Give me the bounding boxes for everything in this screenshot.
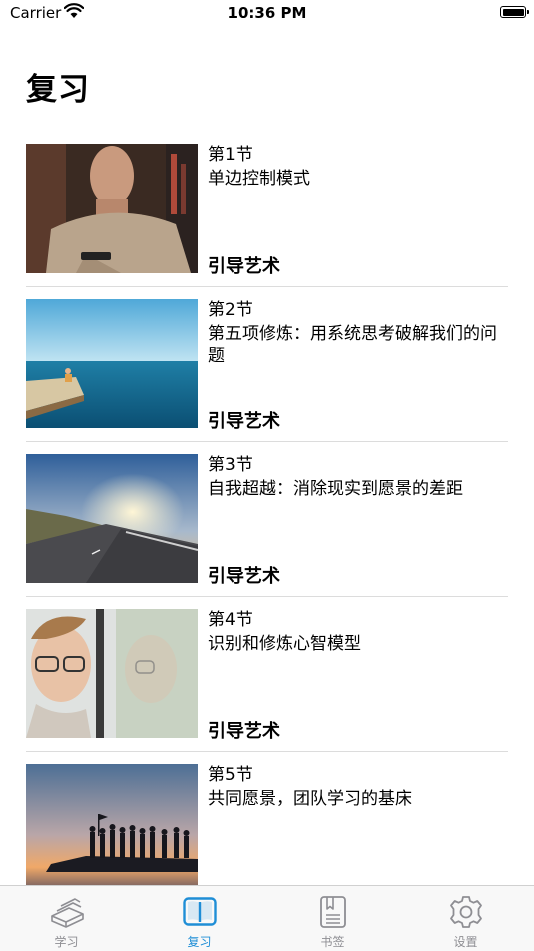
lesson-row[interactable]: 第4节 识别和修炼心智模型 引导艺术 [0, 609, 534, 764]
tab-label: 书签 [320, 935, 345, 949]
lesson-row[interactable]: 第3节 自我超越：消除现实到愿景的差距 引导艺术 [0, 454, 534, 609]
battery-icon [500, 6, 529, 18]
sunset-road-photo [26, 454, 198, 583]
lesson-number: 第2节 [208, 300, 253, 320]
tab-label: 学习 [54, 935, 79, 949]
book-title: 引导艺术 [208, 721, 280, 742]
page-title: 复习 [26, 72, 90, 108]
lesson-number: 第1节 [208, 145, 253, 165]
tab-bar: 学习 复习 书签 设置 [0, 885, 534, 951]
book-title: 引导艺术 [208, 411, 280, 432]
lesson-row[interactable]: 第1节 单边控制模式 引导艺术 [0, 144, 534, 299]
row-divider [26, 596, 508, 597]
tab-settings[interactable]: 设置 [399, 886, 532, 951]
chapter-title: 第五项修炼：用系统思考破解我们的问题 [208, 324, 497, 366]
row-divider [26, 751, 508, 752]
book-stack-icon [49, 894, 85, 930]
tab-bookmarks[interactable]: 书签 [266, 886, 399, 951]
book-title: 引导艺术 [208, 256, 280, 277]
chapter-title: 单边控制模式 [208, 169, 310, 189]
glasses-reflection-photo [26, 609, 198, 738]
status-time: 10:36 PM [227, 4, 307, 22]
chapter-title: 共同愿景，团队学习的基床 [208, 789, 412, 809]
sea-pier-photo [26, 299, 198, 428]
row-divider [26, 286, 508, 287]
tab-label: 复习 [187, 935, 212, 949]
man-portrait-photo [26, 144, 198, 273]
lesson-number: 第4节 [208, 610, 253, 630]
row-divider [26, 441, 508, 442]
book-title: 引导艺术 [208, 566, 280, 587]
tab-review[interactable]: 复习 [133, 886, 266, 951]
chapter-title: 自我超越：消除现实到愿景的差距 [208, 479, 463, 499]
lesson-row[interactable]: 第2节 第五项修炼：用系统思考破解我们的问题 引导艺术 [0, 299, 534, 454]
lesson-number: 第5节 [208, 765, 253, 785]
bookmark-icon [315, 894, 351, 930]
chapter-title: 识别和修炼心智模型 [208, 634, 361, 654]
lesson-number: 第3节 [208, 455, 253, 475]
lesson-list: 第1节 单边控制模式 引导艺术 第2节 第五项修炼：用系统思考破解我们的问题 引… [0, 144, 534, 919]
tab-label: 设置 [453, 935, 478, 949]
tab-learn[interactable]: 学习 [0, 886, 133, 951]
gear-icon [448, 894, 484, 930]
team-silhouette-photo [26, 764, 198, 893]
open-book-icon [182, 894, 218, 930]
status-bar: Carrier 10:36 PM [0, 0, 534, 30]
